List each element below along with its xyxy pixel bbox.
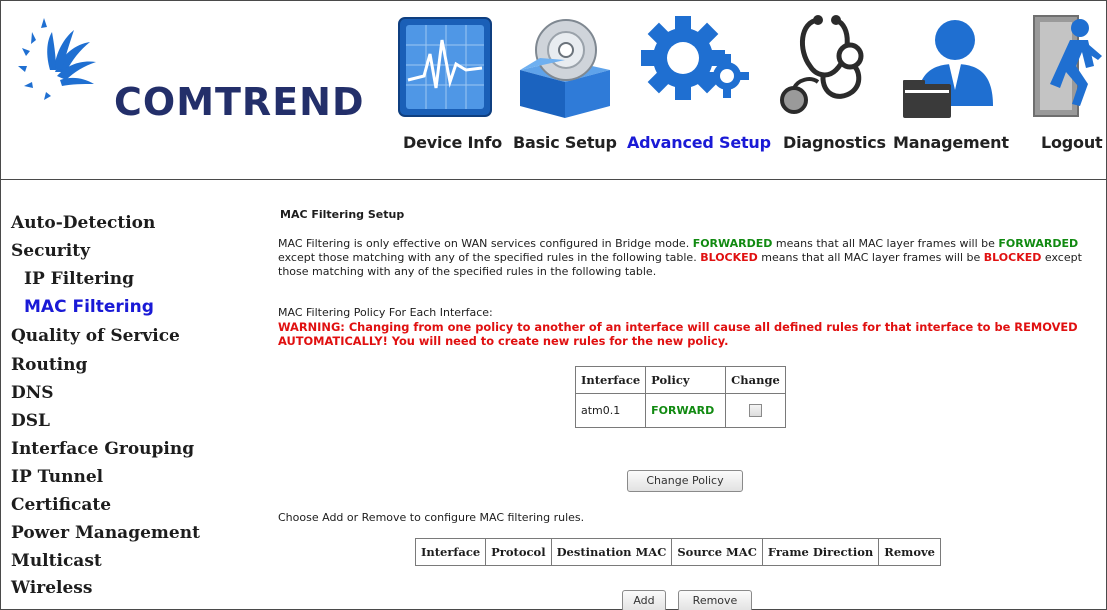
rules-table: Interface Protocol Destination MAC Sourc… (414, 538, 941, 566)
rules-header-frame-direction: Frame Direction (761, 538, 880, 566)
policy-table-header: Interface Policy Change (574, 366, 786, 394)
desc-text-1: MAC Filtering is only effective on WAN s… (278, 237, 690, 250)
choose-instructions: Choose Add or Remove to configure MAC fi… (278, 511, 585, 524)
diagnostics-icon[interactable] (780, 10, 880, 114)
brand-name: COMTREND (114, 80, 365, 124)
add-button[interactable]: Add (622, 590, 666, 610)
nav-logout[interactable]: Logout (1041, 133, 1103, 152)
blocked-keyword-2: BLOCKED (983, 251, 1042, 264)
policy-table: Interface Policy Change atm0.1 FORWARD (574, 366, 786, 428)
sidebar-item-dns[interactable]: DNS (11, 383, 54, 403)
policy-row-change-cell (725, 393, 786, 428)
policy-row-interface: atm0.1 (574, 393, 647, 428)
sidebar-item-wireless[interactable]: Wireless (11, 578, 92, 598)
sidebar-item-ip-filtering[interactable]: IP Filtering (24, 269, 134, 289)
policy-header-interface: Interface (574, 366, 647, 394)
basic-setup-icon[interactable] (510, 10, 620, 118)
comtrend-logo: COMTREND (10, 14, 364, 124)
policy-header-change: Change (725, 366, 786, 394)
forwarded-keyword: FORWARDED (692, 237, 773, 250)
sidebar-item-dsl[interactable]: DSL (11, 411, 50, 431)
remove-button[interactable]: Remove (678, 590, 752, 610)
rules-header-remove: Remove (878, 538, 941, 566)
sidebar-item-power-management[interactable]: Power Management (11, 523, 200, 543)
header: COMTREND Device Info Basic Setup Advance… (0, 0, 1107, 180)
nav-management[interactable]: Management (893, 133, 1009, 152)
sidebar-item-auto-detection[interactable]: Auto-Detection (11, 213, 155, 233)
policy-label: MAC Filtering Policy For Each Interface: (278, 306, 493, 319)
rules-table-header: Interface Protocol Destination MAC Sourc… (414, 538, 941, 566)
nav-device-info[interactable]: Device Info (403, 133, 502, 152)
rules-header-source-mac: Source MAC (671, 538, 763, 566)
sidebar-item-interface-grouping[interactable]: Interface Grouping (11, 439, 194, 459)
device-info-icon[interactable] (396, 10, 496, 117)
desc-text-3: except those matching with any of the sp… (278, 251, 697, 264)
sidebar-item-ip-tunnel[interactable]: IP Tunnel (11, 467, 103, 487)
change-policy-checkbox[interactable] (749, 404, 762, 417)
page-title: MAC Filtering Setup (280, 208, 405, 221)
management-icon[interactable] (895, 10, 1005, 118)
nav-diagnostics[interactable]: Diagnostics (783, 133, 886, 152)
sidebar-item-routing[interactable]: Routing (11, 355, 87, 375)
policy-header-policy: Policy (645, 366, 727, 394)
logout-icon[interactable] (1030, 10, 1107, 117)
sidebar-item-quality-of-service[interactable]: Quality of Service (11, 326, 180, 346)
policy-row-policy: FORWARD (645, 393, 727, 428)
blocked-keyword: BLOCKED (700, 251, 758, 264)
table-row: atm0.1 FORWARD (574, 393, 786, 428)
mac-filtering-description: MAC Filtering is only effective on WAN s… (278, 237, 1083, 279)
nav-advanced-setup[interactable]: Advanced Setup (627, 133, 771, 152)
advanced-setup-icon[interactable] (635, 10, 755, 110)
policy-warning: WARNING: Changing from one policy to ano… (278, 320, 1078, 348)
sidebar-item-security[interactable]: Security (11, 241, 90, 261)
main-content: MAC Filtering Setup MAC Filtering is onl… (278, 181, 1098, 610)
desc-text-4: means that all MAC layer frames will be (761, 251, 981, 264)
desc-text-2: means that all MAC layer frames will be (775, 237, 995, 250)
comtrend-logo-icon (18, 18, 96, 100)
sidebar-item-certificate[interactable]: Certificate (11, 495, 111, 515)
rules-header-protocol: Protocol (485, 538, 552, 566)
nav-basic-setup[interactable]: Basic Setup (513, 133, 617, 152)
change-policy-button[interactable]: Change Policy (627, 470, 743, 492)
rules-header-destination-mac: Destination MAC (550, 538, 673, 566)
sidebar-item-mac-filtering[interactable]: MAC Filtering (24, 297, 154, 317)
rules-header-interface: Interface (414, 538, 487, 566)
forwarded-keyword-2: FORWARDED (998, 237, 1079, 250)
sidebar: Auto-Detection Security IP Filtering MAC… (0, 181, 215, 610)
sidebar-item-multicast[interactable]: Multicast (11, 551, 102, 571)
